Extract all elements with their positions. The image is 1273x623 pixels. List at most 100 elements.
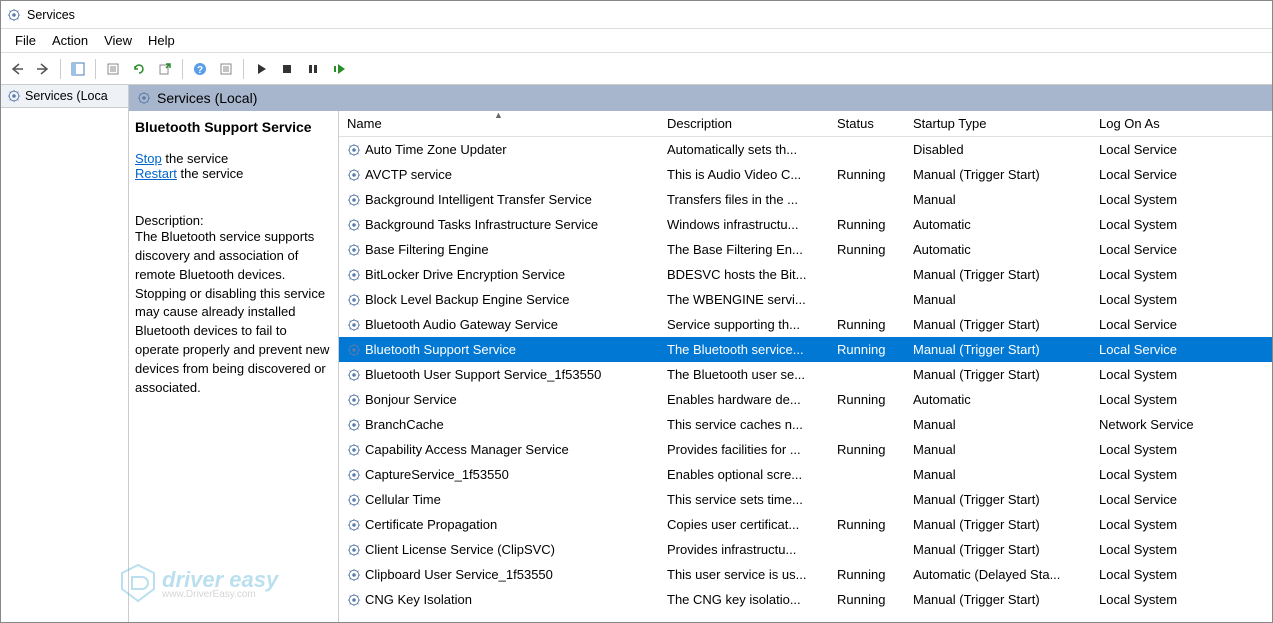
column-description[interactable]: Description <box>659 112 829 135</box>
service-log-on-as: Local System <box>1091 390 1241 409</box>
service-row[interactable]: Capability Access Manager Service Provide… <box>339 437 1272 462</box>
column-log-on-as[interactable]: Log On As <box>1091 112 1241 135</box>
gear-icon <box>347 268 361 282</box>
help-button[interactable]: ? <box>188 57 212 81</box>
service-name: CaptureService_1f53550 <box>365 467 509 482</box>
export-button[interactable] <box>153 57 177 81</box>
service-log-on-as: Local Service <box>1091 340 1241 359</box>
gear-icon <box>347 543 361 557</box>
column-name[interactable]: Name▲ <box>339 112 659 135</box>
service-row[interactable]: Block Level Backup Engine ServiceThe WBE… <box>339 287 1272 312</box>
service-row[interactable]: AVCTP service This is Audio Video C...Run… <box>339 162 1272 187</box>
service-row[interactable]: Auto Time Zone Updater Automatically sets… <box>339 137 1272 162</box>
service-row[interactable]: Clipboard User Service_1f53550This user … <box>339 562 1272 587</box>
service-name: AVCTP service <box>365 167 452 182</box>
details-pane: Bluetooth Support Service Stop the servi… <box>129 111 339 622</box>
service-row[interactable]: CaptureService_1f53550Enables optional s… <box>339 462 1272 487</box>
back-button[interactable] <box>5 57 29 81</box>
service-row[interactable]: Certificate PropagationCopies user certi… <box>339 512 1272 537</box>
service-log-on-as: Local System <box>1091 365 1241 384</box>
service-name: Cellular Time <box>365 492 441 507</box>
service-row[interactable]: Base Filtering EngineThe Base Filtering … <box>339 237 1272 262</box>
service-row[interactable]: Bonjour ServiceEnables hardware de...Run… <box>339 387 1272 412</box>
service-description: Provides facilities for ... <box>659 440 829 459</box>
service-status: Running <box>829 165 905 184</box>
gear-icon <box>347 393 361 407</box>
service-startup-type: Manual (Trigger Start) <box>905 490 1091 509</box>
service-status <box>829 298 905 302</box>
window-title: Services <box>27 8 75 22</box>
restart-suffix: the service <box>177 166 243 181</box>
menu-help[interactable]: Help <box>140 31 183 50</box>
service-status <box>829 373 905 377</box>
service-description: Automatically sets th... <box>659 140 829 159</box>
column-status[interactable]: Status <box>829 112 905 135</box>
service-row[interactable]: CNG Key IsolationThe CNG key isolatio...… <box>339 587 1272 612</box>
service-status: Running <box>829 565 905 584</box>
gear-icon <box>347 443 361 457</box>
service-description: The WBENGINE servi... <box>659 290 829 309</box>
gear-icon <box>347 168 361 182</box>
service-log-on-as: Local Service <box>1091 315 1241 334</box>
properties-button[interactable] <box>101 57 125 81</box>
service-log-on-as: Local Service <box>1091 240 1241 259</box>
service-startup-type: Manual <box>905 415 1091 434</box>
menu-file[interactable]: File <box>7 31 44 50</box>
stop-link[interactable]: Stop <box>135 151 162 166</box>
restart-service-button[interactable] <box>327 57 351 81</box>
service-row[interactable]: BitLocker Drive Encryption Service BDESVC… <box>339 262 1272 287</box>
gear-icon <box>347 143 361 157</box>
service-status: Running <box>829 440 905 459</box>
list-button[interactable] <box>214 57 238 81</box>
pane-header: Services (Local) <box>129 85 1272 111</box>
service-name: Auto Time Zone Updater <box>365 142 507 157</box>
service-log-on-as: Local System <box>1091 565 1241 584</box>
service-description: BDESVC hosts the Bit... <box>659 265 829 284</box>
service-row[interactable]: Background Tasks Infrastructure ServiceW… <box>339 212 1272 237</box>
service-status: Running <box>829 590 905 609</box>
toolbar-separator <box>243 59 244 79</box>
stop-service-button[interactable] <box>275 57 299 81</box>
list-header: Name▲ Description Status Startup Type Lo… <box>339 111 1272 137</box>
service-log-on-as: Local Service <box>1091 165 1241 184</box>
restart-link[interactable]: Restart <box>135 166 177 181</box>
service-row[interactable]: Bluetooth Audio Gateway ServiceService s… <box>339 312 1272 337</box>
service-startup-type: Manual (Trigger Start) <box>905 315 1091 334</box>
service-log-on-as: Local System <box>1091 590 1241 609</box>
pause-service-button[interactable] <box>301 57 325 81</box>
column-startup-type[interactable]: Startup Type <box>905 112 1091 135</box>
tree-item-services-local[interactable]: Services (Loca <box>1 85 128 108</box>
stop-suffix: the service <box>162 151 228 166</box>
service-description: This service sets time... <box>659 490 829 509</box>
service-description: The Bluetooth user se... <box>659 365 829 384</box>
service-name: Capability Access Manager Service <box>365 442 569 457</box>
gear-icon <box>347 493 361 507</box>
service-startup-type: Manual (Trigger Start) <box>905 590 1091 609</box>
service-description: The Bluetooth service... <box>659 340 829 359</box>
service-startup-type: Manual (Trigger Start) <box>905 340 1091 359</box>
service-log-on-as: Local System <box>1091 265 1241 284</box>
service-row[interactable]: Bluetooth Support ServiceThe Bluetooth s… <box>339 337 1272 362</box>
start-service-button[interactable] <box>249 57 273 81</box>
menu-action[interactable]: Action <box>44 31 96 50</box>
service-row[interactable]: Cellular Time This service sets time... Ma… <box>339 487 1272 512</box>
service-name: BitLocker Drive Encryption Service <box>365 267 565 282</box>
refresh-button[interactable] <box>127 57 151 81</box>
menu-view[interactable]: View <box>96 31 140 50</box>
service-description: This user service is us... <box>659 565 829 584</box>
gear-icon <box>347 218 361 232</box>
forward-button[interactable] <box>31 57 55 81</box>
service-startup-type: Automatic <box>905 390 1091 409</box>
service-row[interactable]: Client License Service (ClipSVC)Provides… <box>339 537 1272 562</box>
service-row[interactable]: Background Intelligent Transfer ServiceT… <box>339 187 1272 212</box>
service-description: This is Audio Video C... <box>659 165 829 184</box>
service-row[interactable]: Bluetooth User Support Service_1f53550 Th… <box>339 362 1272 387</box>
service-row[interactable]: BranchCacheThis service caches n...Manua… <box>339 412 1272 437</box>
service-log-on-as: Local System <box>1091 440 1241 459</box>
service-status: Running <box>829 215 905 234</box>
service-name: Bluetooth User Support Service_1f53550 <box>365 367 601 382</box>
service-startup-type: Automatic <box>905 215 1091 234</box>
show-hide-tree-button[interactable] <box>66 57 90 81</box>
service-name: Client License Service (ClipSVC) <box>365 542 555 557</box>
selected-service-name: Bluetooth Support Service <box>135 119 330 135</box>
